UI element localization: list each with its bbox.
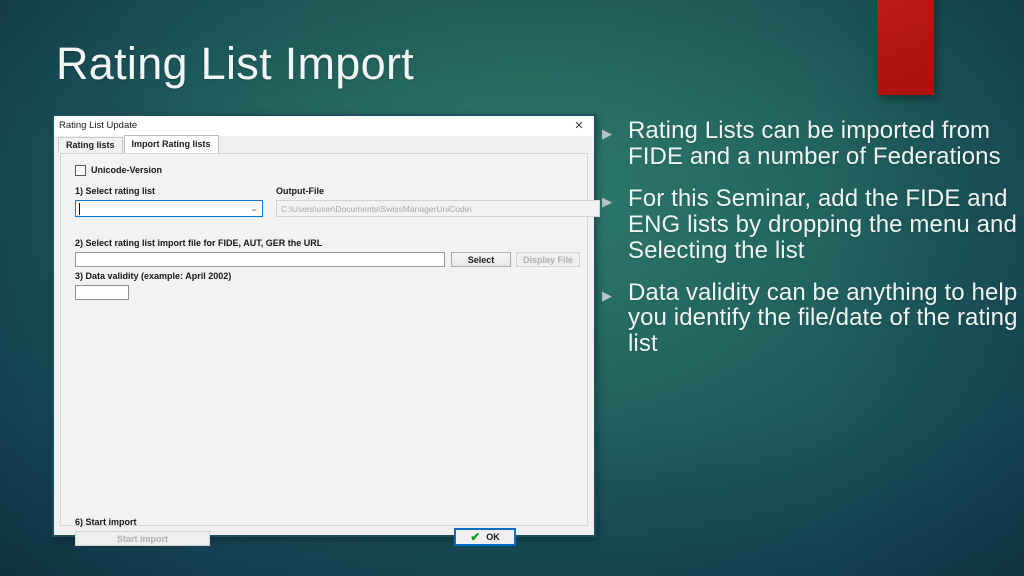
text-cursor [79,203,80,215]
triangle-bullet-icon: ▶ [602,126,612,141]
dialog-titlebar: Rating List Update ✕ [54,116,594,136]
rating-list-select[interactable]: ⌄ [75,200,263,217]
bullet-list: ▶ Rating Lists can be imported from FIDE… [602,118,1022,373]
select-button[interactable]: Select [451,252,511,267]
display-file-button: Display File [516,252,580,267]
output-file-label: Output-File [276,186,324,196]
slide-canvas: Rating List Import ▶ Rating Lists can be… [0,0,1024,576]
output-file-path: C:\Users\user\Documents\SwissManagerUniC… [276,200,600,217]
dialog-tabstrip: Rating lists Import Rating lists [54,135,594,153]
red-accent-block [877,0,934,95]
start-import-button: Start import [75,531,210,546]
list-item: ▶ For this Seminar, add the FIDE and ENG… [602,184,1022,264]
check-icon: ✔ [470,530,481,544]
triangle-bullet-icon: ▶ [602,287,612,303]
bullet-text: For this Seminar, add the FIDE and ENG l… [628,184,1017,264]
step2-label: 2) Select rating list import file for FI… [75,238,323,248]
step6-label: 6) Start import [75,517,137,527]
page-title: Rating List Import [56,38,415,89]
bullet-text: Rating Lists can be imported from FIDE a… [628,117,1001,170]
dialog-title: Rating List Update [59,120,138,132]
ok-button[interactable]: ✔ OK [454,528,516,546]
ok-button-label: OK [486,531,500,542]
tab-rating-lists[interactable]: Rating lists [58,137,123,153]
checkbox-box-icon[interactable] [75,165,86,176]
tab-import-rating-lists[interactable]: Import Rating lists [123,135,219,153]
list-item: ▶ Rating Lists can be imported from FIDE… [602,118,1022,170]
close-icon[interactable]: ✕ [564,116,594,136]
chevron-down-icon[interactable]: ⌄ [250,204,259,213]
bullet-text: Data validity can be anything to help yo… [628,278,1018,358]
unicode-version-checkbox[interactable]: Unicode-Version [75,165,162,176]
dialog-body-panel: Unicode-Version 1) Select rating list ⌄ … [60,153,600,546]
rating-list-update-dialog: Rating List Update ✕ Rating lists Import… [52,114,600,546]
step1-label: 1) Select rating list [75,186,156,196]
import-file-url-input[interactable] [75,252,445,267]
list-item: ▶ Data validity can be anything to help … [602,278,1022,358]
unicode-version-label: Unicode-Version [91,165,163,175]
data-validity-input[interactable] [75,285,129,300]
step3-label: 3) Data validity (example: April 2002) [75,271,232,281]
triangle-bullet-icon: ▶ [602,193,612,209]
